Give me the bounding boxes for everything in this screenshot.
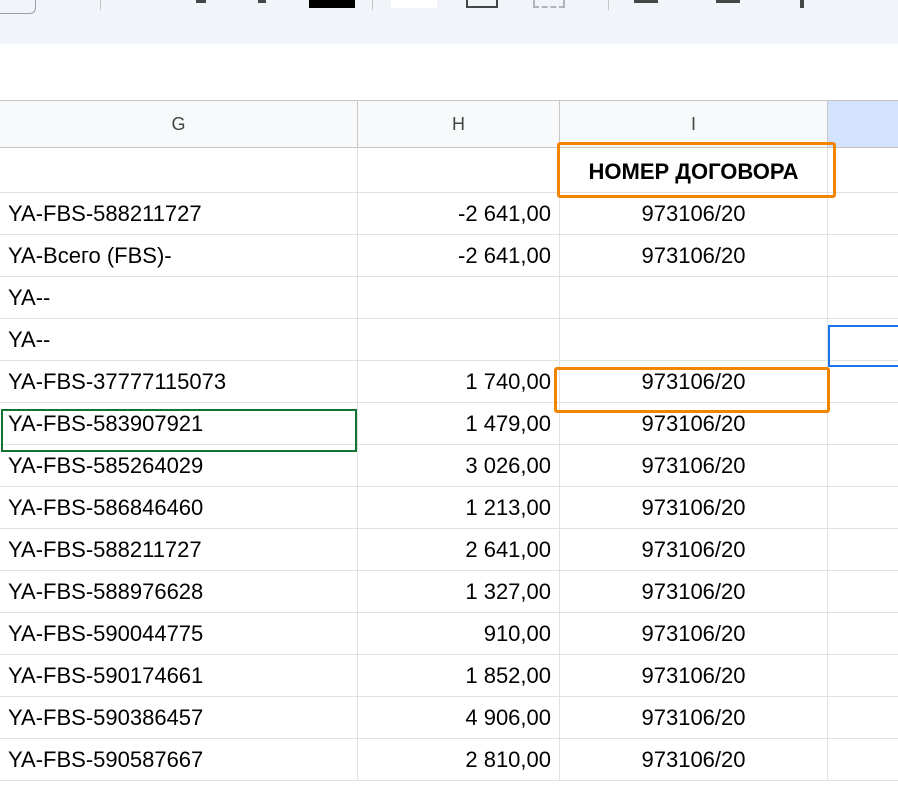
table-row: YA-FBS-590044775 910,00 973106/20 — [0, 613, 898, 655]
cell-h[interactable]: 2 810,00 — [358, 739, 560, 781]
cell-i[interactable] — [560, 319, 828, 361]
cell-i[interactable]: 973106/20 — [560, 235, 828, 277]
cell-i[interactable]: 973106/20 — [560, 487, 828, 529]
cell-h[interactable]: 910,00 — [358, 613, 560, 655]
cell-j[interactable] — [828, 739, 898, 781]
borders-icon[interactable] — [466, 0, 498, 8]
fill-color-swatch[interactable] — [391, 0, 437, 8]
table-row: YA-FBS-588976628 1 327,00 973106/20 — [0, 571, 898, 613]
toolbar-separator — [100, 0, 101, 10]
cell-h[interactable]: -2 641,00 — [358, 235, 560, 277]
font-size-icon[interactable] — [258, 0, 266, 3]
toolbar-separator — [608, 0, 609, 10]
cell-j[interactable] — [828, 148, 898, 193]
cell-i[interactable]: 973106/20 — [560, 613, 828, 655]
cell-h[interactable]: -2 641,00 — [358, 193, 560, 235]
cell-g[interactable]: YA-FBS-590386457 — [0, 697, 358, 739]
cell-i[interactable]: 973106/20 — [560, 739, 828, 781]
table-row: YA-Всего (FBS)- -2 641,00 973106/20 — [0, 235, 898, 277]
cell-h[interactable]: 1 479,00 — [358, 403, 560, 445]
toolbar-separator — [372, 0, 373, 10]
cell-h[interactable]: 4 906,00 — [358, 697, 560, 739]
table-row: YA-FBS-590174661 1 852,00 973106/20 — [0, 655, 898, 697]
cell-j[interactable] — [828, 235, 898, 277]
cell-h[interactable]: 1 740,00 — [358, 361, 560, 403]
cell-j[interactable] — [828, 487, 898, 529]
cell-g[interactable]: YA-FBS-588211727 — [0, 529, 358, 571]
merge-cells-icon[interactable] — [533, 0, 565, 8]
cell-g[interactable]: YA-FBS-588211727 — [0, 193, 358, 235]
cell-j[interactable] — [828, 403, 898, 445]
cell-g[interactable]: YA-- — [0, 319, 358, 361]
column-header-h[interactable]: H — [358, 100, 560, 148]
toolbar — [0, 0, 898, 44]
cell-i[interactable]: 973106/20 — [560, 529, 828, 571]
cell-h[interactable]: 1 213,00 — [358, 487, 560, 529]
cell-g[interactable]: YA-FBS-586846460 — [0, 487, 358, 529]
column-letter: H — [452, 113, 465, 134]
cell-j[interactable] — [828, 571, 898, 613]
cell-i[interactable] — [560, 277, 828, 319]
table-row: YA-FBS-590587667 2 810,00 973106/20 — [0, 739, 898, 781]
cell-j[interactable] — [828, 361, 898, 403]
vertical-align-icon[interactable] — [716, 0, 740, 3]
column-header-i[interactable]: I — [560, 100, 828, 148]
formula-bar-area — [0, 44, 898, 100]
cell-h[interactable] — [358, 319, 560, 361]
table-row: YA-FBS-590386457 4 906,00 973106/20 — [0, 697, 898, 739]
text-color-swatch[interactable] — [309, 0, 355, 8]
table-row: YA-FBS-588211727 2 641,00 973106/20 — [0, 529, 898, 571]
cell-g[interactable]: YA-- — [0, 277, 358, 319]
cell-i[interactable]: 973106/20 — [560, 697, 828, 739]
cell-g[interactable] — [0, 148, 358, 193]
cell-g[interactable]: YA-FBS-588976628 — [0, 571, 358, 613]
highlight-cell-box — [554, 367, 830, 413]
table-row: YA-FBS-586846460 1 213,00 973106/20 — [0, 487, 898, 529]
cell-j[interactable] — [828, 193, 898, 235]
cell-h[interactable] — [358, 148, 560, 193]
zoom-dropdown[interactable] — [0, 0, 36, 14]
table-row: YA-FBS-588211727 -2 641,00 973106/20 — [0, 193, 898, 235]
cell-h[interactable]: 2 641,00 — [358, 529, 560, 571]
cell-j[interactable] — [828, 613, 898, 655]
column-letter: G — [171, 113, 186, 134]
cell-i[interactable]: 973106/20 — [560, 571, 828, 613]
cell-h[interactable] — [358, 277, 560, 319]
cell-g[interactable]: YA-FBS-590044775 — [0, 613, 358, 655]
cell-h[interactable]: 1 327,00 — [358, 571, 560, 613]
cell-j[interactable] — [828, 529, 898, 571]
active-cell-outline — [1, 409, 357, 452]
cell-i[interactable]: 973106/20 — [560, 193, 828, 235]
cell-g[interactable]: YA-FBS-590174661 — [0, 655, 358, 697]
column-letter: I — [690, 113, 696, 134]
cell-h[interactable]: 1 852,00 — [358, 655, 560, 697]
cell-i[interactable]: 973106/20 — [560, 445, 828, 487]
cell-j[interactable] — [828, 655, 898, 697]
text-wrap-icon[interactable] — [800, 0, 804, 8]
highlight-header-box — [557, 142, 836, 198]
selection-outline — [828, 325, 898, 367]
horizontal-align-icon[interactable] — [634, 0, 658, 3]
table-row: YA-- — [0, 319, 898, 361]
cell-g[interactable]: YA-FBS-590587667 — [0, 739, 358, 781]
table-row: YA-- — [0, 277, 898, 319]
column-header-j[interactable] — [828, 100, 898, 148]
cell-j[interactable] — [828, 277, 898, 319]
cell-g[interactable]: YA-FBS-37777115073 — [0, 361, 358, 403]
cell-i[interactable]: 973106/20 — [560, 655, 828, 697]
cell-g[interactable]: YA-Всего (FBS)- — [0, 235, 358, 277]
decrease-decimal-icon[interactable] — [196, 0, 206, 3]
cell-j[interactable] — [828, 445, 898, 487]
column-header-g[interactable]: G — [0, 100, 358, 148]
cell-h[interactable]: 3 026,00 — [358, 445, 560, 487]
cell-j[interactable] — [828, 697, 898, 739]
